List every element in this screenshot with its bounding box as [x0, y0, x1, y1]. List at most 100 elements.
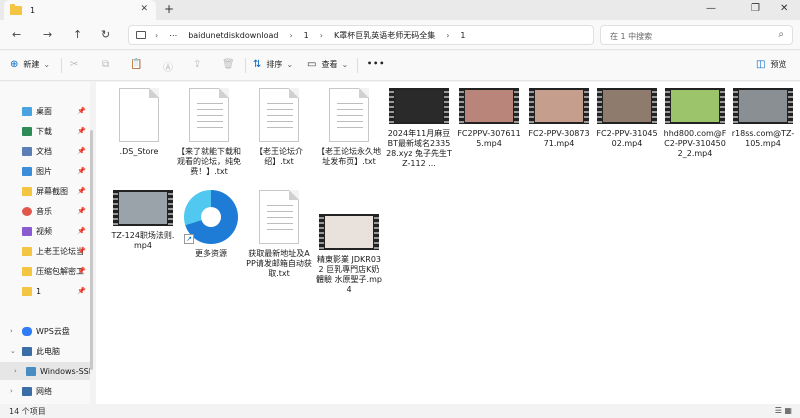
sidebar-item-label: 网络 [36, 386, 52, 396]
forward-button[interactable]: → [43, 28, 52, 41]
sidebar-item-music[interactable]: 音乐 📌 [0, 202, 90, 220]
refresh-button[interactable]: ↻ [101, 28, 110, 41]
pin-icon: 📌 [77, 167, 86, 175]
sort-button[interactable]: ⇅ 排序 ⌄ [253, 59, 293, 70]
share-icon[interactable]: ⇪ [193, 59, 201, 70]
sidebar-item-network[interactable]: › 网络 [0, 382, 90, 400]
sidebar-item-desktop[interactable]: 桌面 📌 [0, 102, 90, 120]
file-item[interactable]: r18ss.com@TZ-105.mp4 [730, 88, 796, 149]
sidebar-item-label: 1 [36, 286, 42, 296]
sidebar-item-downloads[interactable]: 下载 📌 [0, 122, 90, 140]
sidebar-item-folder[interactable]: 上老王论坛当 📌 [0, 242, 90, 260]
file-item[interactable]: FC2PPV-3076115.mp4 [456, 88, 522, 149]
shortcut-arrow-icon: ↗ [184, 234, 194, 244]
sidebar-item-this-pc[interactable]: ⌄ 此电脑 [0, 342, 90, 360]
chevron-down-icon[interactable]: ⌄ [10, 347, 16, 355]
search-input[interactable]: 在 1 中搜索 ⌕ [600, 25, 793, 45]
close-window-button[interactable]: ✕ [780, 3, 788, 14]
pin-icon: 📌 [77, 147, 86, 155]
delete-icon[interactable]: 🗑 [222, 59, 235, 70]
sidebar-item-documents[interactable]: 文档 📌 [0, 142, 90, 160]
pin-icon: 📌 [77, 207, 86, 215]
file-item[interactable]: .DS_Store [106, 88, 172, 157]
sidebar-item-videos[interactable]: 视频 📌 [0, 222, 90, 240]
file-name: r18ss.com@TZ-105.mp4 [731, 129, 795, 148]
file-item[interactable]: TZ-124职场法则.mp4 [110, 190, 176, 251]
sidebar-item-label: WPS云盘 [36, 326, 70, 336]
layout-toggle-icons[interactable]: ☰ ▦ [775, 406, 792, 415]
rename-icon[interactable]: Ⓐ [163, 59, 173, 74]
file-name: 【来了就能下载和观看的论坛，纯免费！】.txt [177, 147, 241, 176]
breadcrumb-item[interactable]: K罩杯巨乳英语老师无码全集 [334, 30, 435, 41]
pin-icon: 📌 [77, 127, 86, 135]
cloud-icon [22, 326, 32, 336]
computer-icon [22, 346, 32, 356]
file-item[interactable]: 2024年11月麻豆BT最新域名233528.xyz 兔子先生TZ-112 ..… [386, 88, 452, 169]
file-name: 精東影業 JDKR032 巨乳專門店K奶體驗 水原聖子.mp4 [316, 255, 382, 294]
new-button[interactable]: ⊕ 新建 ⌄ [10, 59, 50, 70]
view-button[interactable]: ▭ 查看 ⌄ [307, 59, 348, 70]
copy-icon[interactable]: ⧉ [102, 59, 109, 70]
file-item[interactable]: FC2-PPV-3104502.mp4 [594, 88, 660, 149]
sidebar-item-label: 此电脑 [36, 346, 60, 356]
sidebar-item-label: 下载 [36, 126, 52, 136]
tab-close-icon[interactable]: ✕ [140, 4, 148, 14]
file-item[interactable]: 精東影業 JDKR032 巨乳專門店K奶體驗 水原聖子.mp4 [316, 210, 382, 295]
file-item[interactable]: 获取最新地址及APP请发邮箱自动获取.txt [246, 190, 312, 279]
see-more-button[interactable]: ••• [367, 59, 385, 68]
sidebar-item-pictures[interactable]: 图片 📌 [0, 162, 90, 180]
document-icon [119, 88, 159, 142]
divider [357, 58, 358, 73]
text-file-icon [329, 88, 369, 142]
view-label: 查看 [321, 60, 338, 69]
file-item[interactable]: 【老王论坛永久地址发布页】.txt [316, 88, 382, 167]
chevron-right-icon[interactable]: › [10, 327, 13, 335]
chevron-right-icon[interactable]: › [10, 387, 13, 395]
breadcrumb-item[interactable]: baidunetdiskdownload [188, 31, 278, 40]
sidebar-item-folder[interactable]: 压缩包解密工 📌 [0, 262, 90, 280]
sidebar-item-screenshots[interactable]: 屏幕截图 📌 [0, 182, 90, 200]
back-button[interactable]: ← [12, 28, 21, 41]
sidebar-item-folder[interactable]: 1 📌 [0, 282, 90, 300]
chevron-right-icon: › [155, 30, 159, 40]
up-button[interactable]: ↑ [73, 28, 82, 41]
sidebar-item-label: 屏幕截图 [36, 186, 68, 196]
file-list[interactable]: .DS_Store 【来了就能下载和观看的论坛，纯免费！】.txt 【老王论坛介… [96, 82, 800, 404]
file-item[interactable]: 【老王论坛介绍】.txt [246, 88, 312, 167]
maximize-button[interactable]: ❐ [751, 3, 760, 14]
command-bar: ⊕ 新建 ⌄ ✂ ⧉ 📋 Ⓐ ⇪ 🗑 ⇅ 排序 ⌄ ▭ 查看 ⌄ ••• ◫ 预… [0, 51, 800, 81]
more-locations-button[interactable]: ⋯ [169, 31, 177, 40]
pin-icon: 📌 [77, 247, 86, 255]
file-name: .DS_Store [119, 147, 159, 156]
folder-icon [22, 286, 32, 296]
desktop-icon [22, 106, 32, 116]
preview-pane-button[interactable]: ◫ 预览 [756, 59, 786, 70]
navigation-pane[interactable]: 桌面 📌 下载 📌 文档 📌 图片 📌 屏幕截图 📌 音乐 📌 视频 📌 上老王论坛当 📌 压缩… [0, 82, 90, 404]
paste-icon[interactable]: 📋 [130, 59, 142, 70]
address-row: ← → ↑ ↻ › ⋯ baidunetdiskdownload › 1 › K… [0, 20, 800, 50]
divider [61, 58, 62, 73]
file-item[interactable]: 【来了就能下载和观看的论坛，纯免费！】.txt [176, 88, 242, 177]
plus-circle-icon: ⊕ [10, 59, 19, 70]
file-item[interactable]: ↗ 更多资源 [178, 190, 244, 259]
sidebar-scrollbar[interactable] [90, 130, 93, 370]
address-bar[interactable]: › ⋯ baidunetdiskdownload › 1 › K罩杯巨乳英语老师… [128, 25, 594, 45]
video-thumbnail [733, 88, 793, 124]
cut-icon[interactable]: ✂ [70, 59, 78, 70]
file-item[interactable]: FC2-PPV-3087371.mp4 [526, 88, 592, 149]
minimize-button[interactable]: — [706, 3, 716, 14]
computer-icon [136, 31, 146, 39]
file-item[interactable]: hhd800.com@FC2-PPV-3104502_2.mp4 [662, 88, 728, 159]
video-icon [22, 226, 32, 236]
new-tab-button[interactable]: + [164, 2, 174, 16]
chevron-right-icon[interactable]: › [14, 367, 17, 375]
sidebar-item-wps-cloud[interactable]: › WPS云盘 [0, 322, 90, 340]
breadcrumb-item[interactable]: 1 [460, 31, 465, 40]
pin-icon: 📌 [77, 107, 86, 115]
breadcrumb-item[interactable]: 1 [304, 31, 309, 40]
preview-label: 预览 [770, 60, 787, 69]
sidebar-item-label: Windows-SSD [40, 366, 90, 376]
tab-current[interactable]: 1 ✕ [4, 0, 156, 20]
sidebar-item-windows-ssd[interactable]: › Windows-SSD [0, 362, 90, 380]
pin-icon: 📌 [77, 287, 86, 295]
